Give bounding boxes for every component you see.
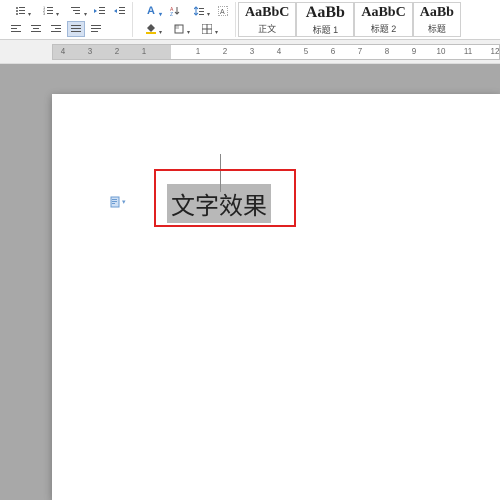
- paragraph-group: 123: [4, 2, 133, 37]
- style-preview: AaBbC: [361, 5, 405, 21]
- style-label: 标题 1: [313, 23, 339, 36]
- document-page[interactable]: ▾ 文字效果: [52, 94, 500, 500]
- svg-text:A: A: [220, 9, 225, 16]
- ruler-area: 4 3 2 1 1 2 3 4 5 6 7 8 9 10 11 12: [0, 40, 500, 64]
- multilevel-list-button[interactable]: [63, 3, 89, 19]
- style-label: 标题 2: [371, 22, 397, 35]
- watermark-main: Baidu 经验: [409, 461, 490, 480]
- borders-button[interactable]: [166, 21, 192, 37]
- align-center-button[interactable]: [27, 21, 45, 37]
- text-effects-button[interactable]: A: [138, 3, 164, 19]
- chevron-down-icon: ▾: [122, 198, 126, 206]
- decrease-indent-button[interactable]: [91, 3, 109, 19]
- style-preview: AaBb: [306, 4, 345, 22]
- style-label: 正文: [258, 22, 276, 35]
- ribbon-toolbar: 123: [0, 0, 500, 40]
- show-marks-button[interactable]: A: [214, 3, 232, 19]
- selected-text[interactable]: 文字效果: [167, 184, 271, 223]
- cursor-indicator: [220, 154, 221, 192]
- style-label: 标题: [428, 22, 446, 35]
- align-left-button[interactable]: [7, 21, 25, 37]
- style-title[interactable]: AaBb 标题: [413, 2, 461, 37]
- watermark: Baidu 经验 jingyan.baidu.com: [409, 461, 490, 492]
- format-group: A AZ A: [135, 2, 236, 37]
- styles-gallery: AaBbC 正文 AaBb 标题 1 AaBbC 标题 2 AaBb 标题: [238, 2, 461, 37]
- style-preview: AaBbC: [245, 5, 289, 21]
- svg-text:Z: Z: [170, 12, 173, 16]
- align-distributed-button[interactable]: [87, 21, 105, 37]
- shading-button[interactable]: [138, 21, 164, 37]
- style-normal[interactable]: AaBbC 正文: [238, 2, 296, 37]
- svg-text:3: 3: [43, 11, 46, 16]
- sort-button[interactable]: AZ: [166, 3, 184, 19]
- table-button[interactable]: [194, 21, 220, 37]
- line-spacing-button[interactable]: [186, 3, 212, 19]
- increase-indent-button[interactable]: [111, 3, 129, 19]
- bullet-list-button[interactable]: [7, 3, 33, 19]
- align-justify-button[interactable]: [67, 21, 85, 37]
- workspace: ▾ 文字效果: [0, 64, 500, 500]
- align-right-button[interactable]: [47, 21, 65, 37]
- number-list-button[interactable]: 123: [35, 3, 61, 19]
- horizontal-ruler[interactable]: 4 3 2 1 1 2 3 4 5 6 7 8 9 10 11 12: [52, 44, 500, 60]
- style-preview: AaBb: [420, 5, 454, 21]
- style-heading2[interactable]: AaBbC 标题 2: [354, 2, 412, 37]
- style-heading1[interactable]: AaBb 标题 1: [296, 2, 354, 37]
- paragraph-marker[interactable]: ▾: [110, 196, 126, 208]
- watermark-sub: jingyan.baidu.com: [409, 480, 490, 492]
